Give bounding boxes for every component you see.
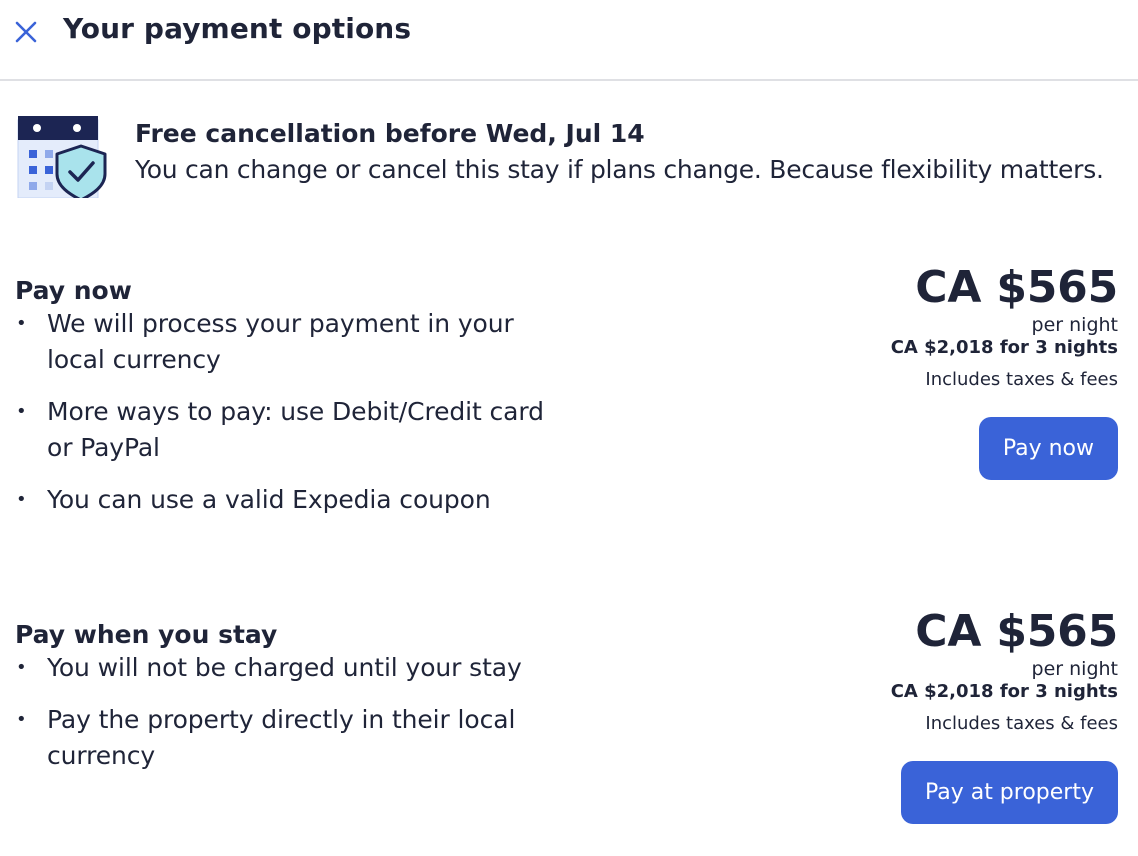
bullet-icon: • (16, 489, 27, 510)
benefit-text: You can use a valid Expedia coupon (47, 485, 491, 514)
price-unit: per night (1031, 314, 1118, 336)
close-button[interactable] (10, 16, 42, 48)
total-price: CA $2,018 for 3 nights (890, 681, 1118, 702)
price-summary: CA $565 per night CA $2,018 for 3 nights… (758, 263, 1118, 480)
benefit-text: You will not be charged until your stay (47, 653, 522, 682)
bullet-icon: • (16, 401, 27, 422)
price-summary: CA $565 per night CA $2,018 for 3 nights… (758, 607, 1118, 824)
nightly-price: CA $565 (915, 262, 1118, 313)
cancellation-title: Free cancellation before Wed, Jul 14 (135, 119, 645, 148)
option-title: Pay now (15, 276, 132, 305)
option-benefits-list: • We will process your payment in your l… (15, 306, 575, 534)
price-unit: per night (1031, 658, 1118, 680)
benefit-text: Pay the property directly in their local… (47, 705, 516, 770)
benefit-text: More ways to pay: use Debit/Credit card … (47, 397, 544, 462)
calendar-shield-icon (17, 116, 107, 198)
cancellation-description: You can change or cancel this stay if pl… (135, 155, 1104, 184)
bullet-icon: • (16, 313, 27, 334)
pay-now-button[interactable]: Pay now (978, 417, 1118, 480)
page-title: Your payment options (63, 12, 412, 45)
dialog-header: Your payment options (0, 0, 1138, 81)
bullet-icon: • (16, 709, 27, 730)
total-price: CA $2,018 for 3 nights (890, 337, 1118, 358)
taxes-note: Includes taxes & fees (925, 713, 1118, 734)
bullet-icon: • (16, 657, 27, 678)
nightly-price: CA $565 (915, 606, 1118, 657)
option-title: Pay when you stay (15, 620, 278, 649)
list-item: • You can use a valid Expedia coupon (15, 482, 575, 518)
free-cancellation-banner: Free cancellation before Wed, Jul 14 You… (0, 100, 1138, 200)
list-item: • We will process your payment in your l… (15, 306, 575, 378)
close-icon[interactable] (13, 19, 39, 45)
list-item: • More ways to pay: use Debit/Credit car… (15, 394, 575, 466)
benefit-text: We will process your payment in your loc… (47, 309, 514, 374)
list-item: • You will not be charged until your sta… (15, 650, 575, 686)
list-item: • Pay the property directly in their loc… (15, 702, 575, 774)
option-benefits-list: • You will not be charged until your sta… (15, 650, 575, 790)
pay-at-property-button[interactable]: Pay at property (900, 761, 1118, 824)
taxes-note: Includes taxes & fees (925, 369, 1118, 390)
